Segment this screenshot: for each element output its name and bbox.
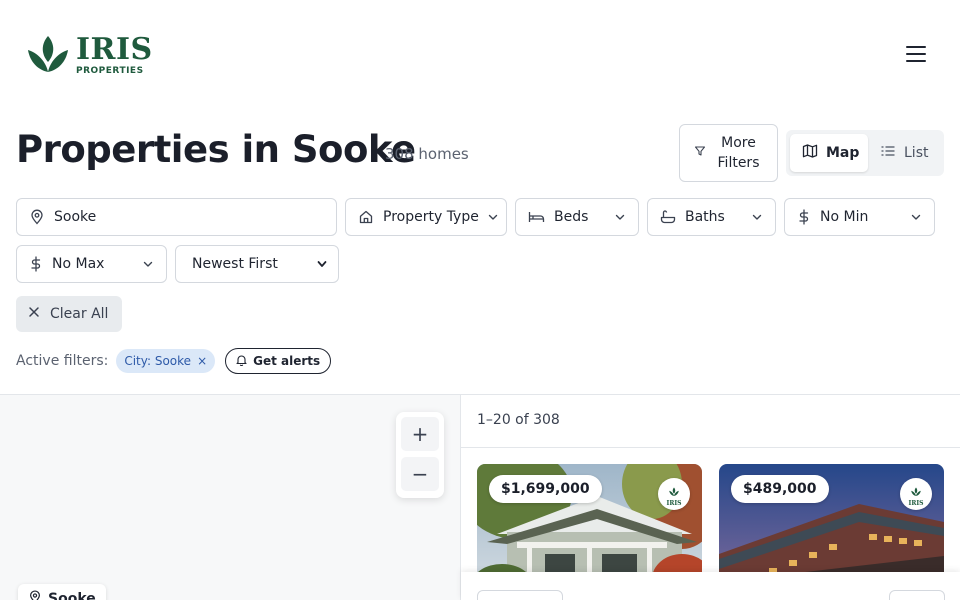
bath-icon: [660, 209, 676, 225]
clear-all-label: Clear All: [50, 306, 109, 322]
results-header: 1–20 of 308: [461, 395, 960, 448]
chevron-down-icon: [142, 258, 154, 270]
baths-label: Baths: [685, 209, 725, 225]
get-alerts-label: Get alerts: [253, 354, 321, 368]
iris-leaf-logo-icon: [26, 34, 70, 76]
property-type-label: Property Type: [383, 209, 479, 225]
beds-label: Beds: [554, 209, 589, 225]
result-count: 308 homes: [385, 145, 469, 163]
map-icon: [802, 143, 818, 163]
zoom-controls: + −: [396, 412, 444, 498]
min-price-label: No Min: [820, 209, 869, 225]
list-icon: [880, 143, 896, 163]
min-price-dropdown[interactable]: No Min: [784, 198, 935, 236]
location-search-input[interactable]: Sooke: [16, 198, 337, 236]
zoom-out-button[interactable]: −: [401, 457, 439, 491]
map-place-name: Sooke: [48, 591, 96, 600]
results-range: 1–20 of 308: [477, 412, 560, 428]
badge-text: IRIS: [666, 499, 682, 507]
clear-all-button[interactable]: Clear All: [16, 296, 122, 332]
sort-selected-label: Newest First: [192, 256, 278, 272]
chevron-down-icon: [751, 211, 763, 223]
brand-badge: IRIS: [900, 478, 932, 510]
map-view-label: Map: [826, 145, 860, 161]
bottom-right-control[interactable]: [889, 590, 945, 600]
iris-leaf-logo-icon: [668, 482, 680, 501]
max-price-dropdown[interactable]: No Max: [16, 245, 167, 283]
active-filters-bar: Active filters: City: Sooke × Get alerts: [16, 348, 332, 374]
map-pin-icon: [29, 209, 45, 225]
bed-icon: [528, 209, 545, 225]
iris-leaf-logo-icon: [910, 482, 922, 501]
filter-funnel-icon: [694, 145, 706, 161]
chevron-down-icon: [910, 211, 922, 223]
close-icon: [28, 306, 40, 322]
baths-dropdown[interactable]: Baths: [647, 198, 776, 236]
location-value: Sooke: [54, 209, 97, 225]
chevron-down-icon: [316, 258, 328, 270]
chevron-down-icon: [614, 211, 626, 223]
menu-hamburger-icon[interactable]: [904, 44, 928, 64]
map-view-button[interactable]: Map: [790, 134, 868, 172]
brand-wordmark: IRIS PROPERTIES: [76, 31, 153, 76]
list-view-button[interactable]: List: [868, 134, 940, 172]
listing-price: $489,000: [731, 475, 829, 503]
zoom-in-button[interactable]: +: [401, 417, 439, 451]
view-toggle: Map List: [786, 130, 944, 176]
map-pin-icon: [28, 590, 42, 600]
dollar-icon: [797, 209, 811, 225]
more-filters-button[interactable]: More Filters: [679, 124, 778, 182]
active-filters-label: Active filters:: [16, 353, 109, 369]
more-filters-label: More Filters: [717, 135, 760, 171]
bell-icon: [236, 354, 247, 369]
chip-remove-icon[interactable]: ×: [197, 354, 207, 368]
dollar-icon: [29, 256, 43, 272]
max-price-label: No Max: [52, 256, 105, 272]
sort-select[interactable]: Newest First: [175, 245, 339, 283]
badge-text: IRIS: [908, 499, 924, 507]
map-panel[interactable]: [0, 395, 460, 600]
brand-logo[interactable]: IRIS PROPERTIES: [26, 34, 153, 76]
home-icon: [358, 209, 374, 225]
bottom-left-control[interactable]: [477, 590, 563, 600]
map-place-label[interactable]: Sooke: [18, 584, 106, 600]
brand-name: IRIS: [76, 31, 153, 67]
list-view-label: List: [904, 145, 929, 161]
page-title: Properties in Sooke: [16, 128, 416, 171]
get-alerts-button[interactable]: Get alerts: [225, 348, 332, 374]
brand-badge: IRIS: [658, 478, 690, 510]
listing-price: $1,699,000: [489, 475, 602, 503]
filter-chip-label: City: Sooke: [124, 354, 192, 368]
property-type-dropdown[interactable]: Property Type: [345, 198, 507, 236]
filter-chip-city[interactable]: City: Sooke ×: [116, 349, 216, 373]
site-header: IRIS PROPERTIES: [0, 0, 960, 108]
chevron-down-icon: [487, 211, 499, 223]
brand-sub: PROPERTIES: [76, 65, 144, 76]
results-bottom-bar: [461, 572, 960, 600]
beds-dropdown[interactable]: Beds: [515, 198, 639, 236]
